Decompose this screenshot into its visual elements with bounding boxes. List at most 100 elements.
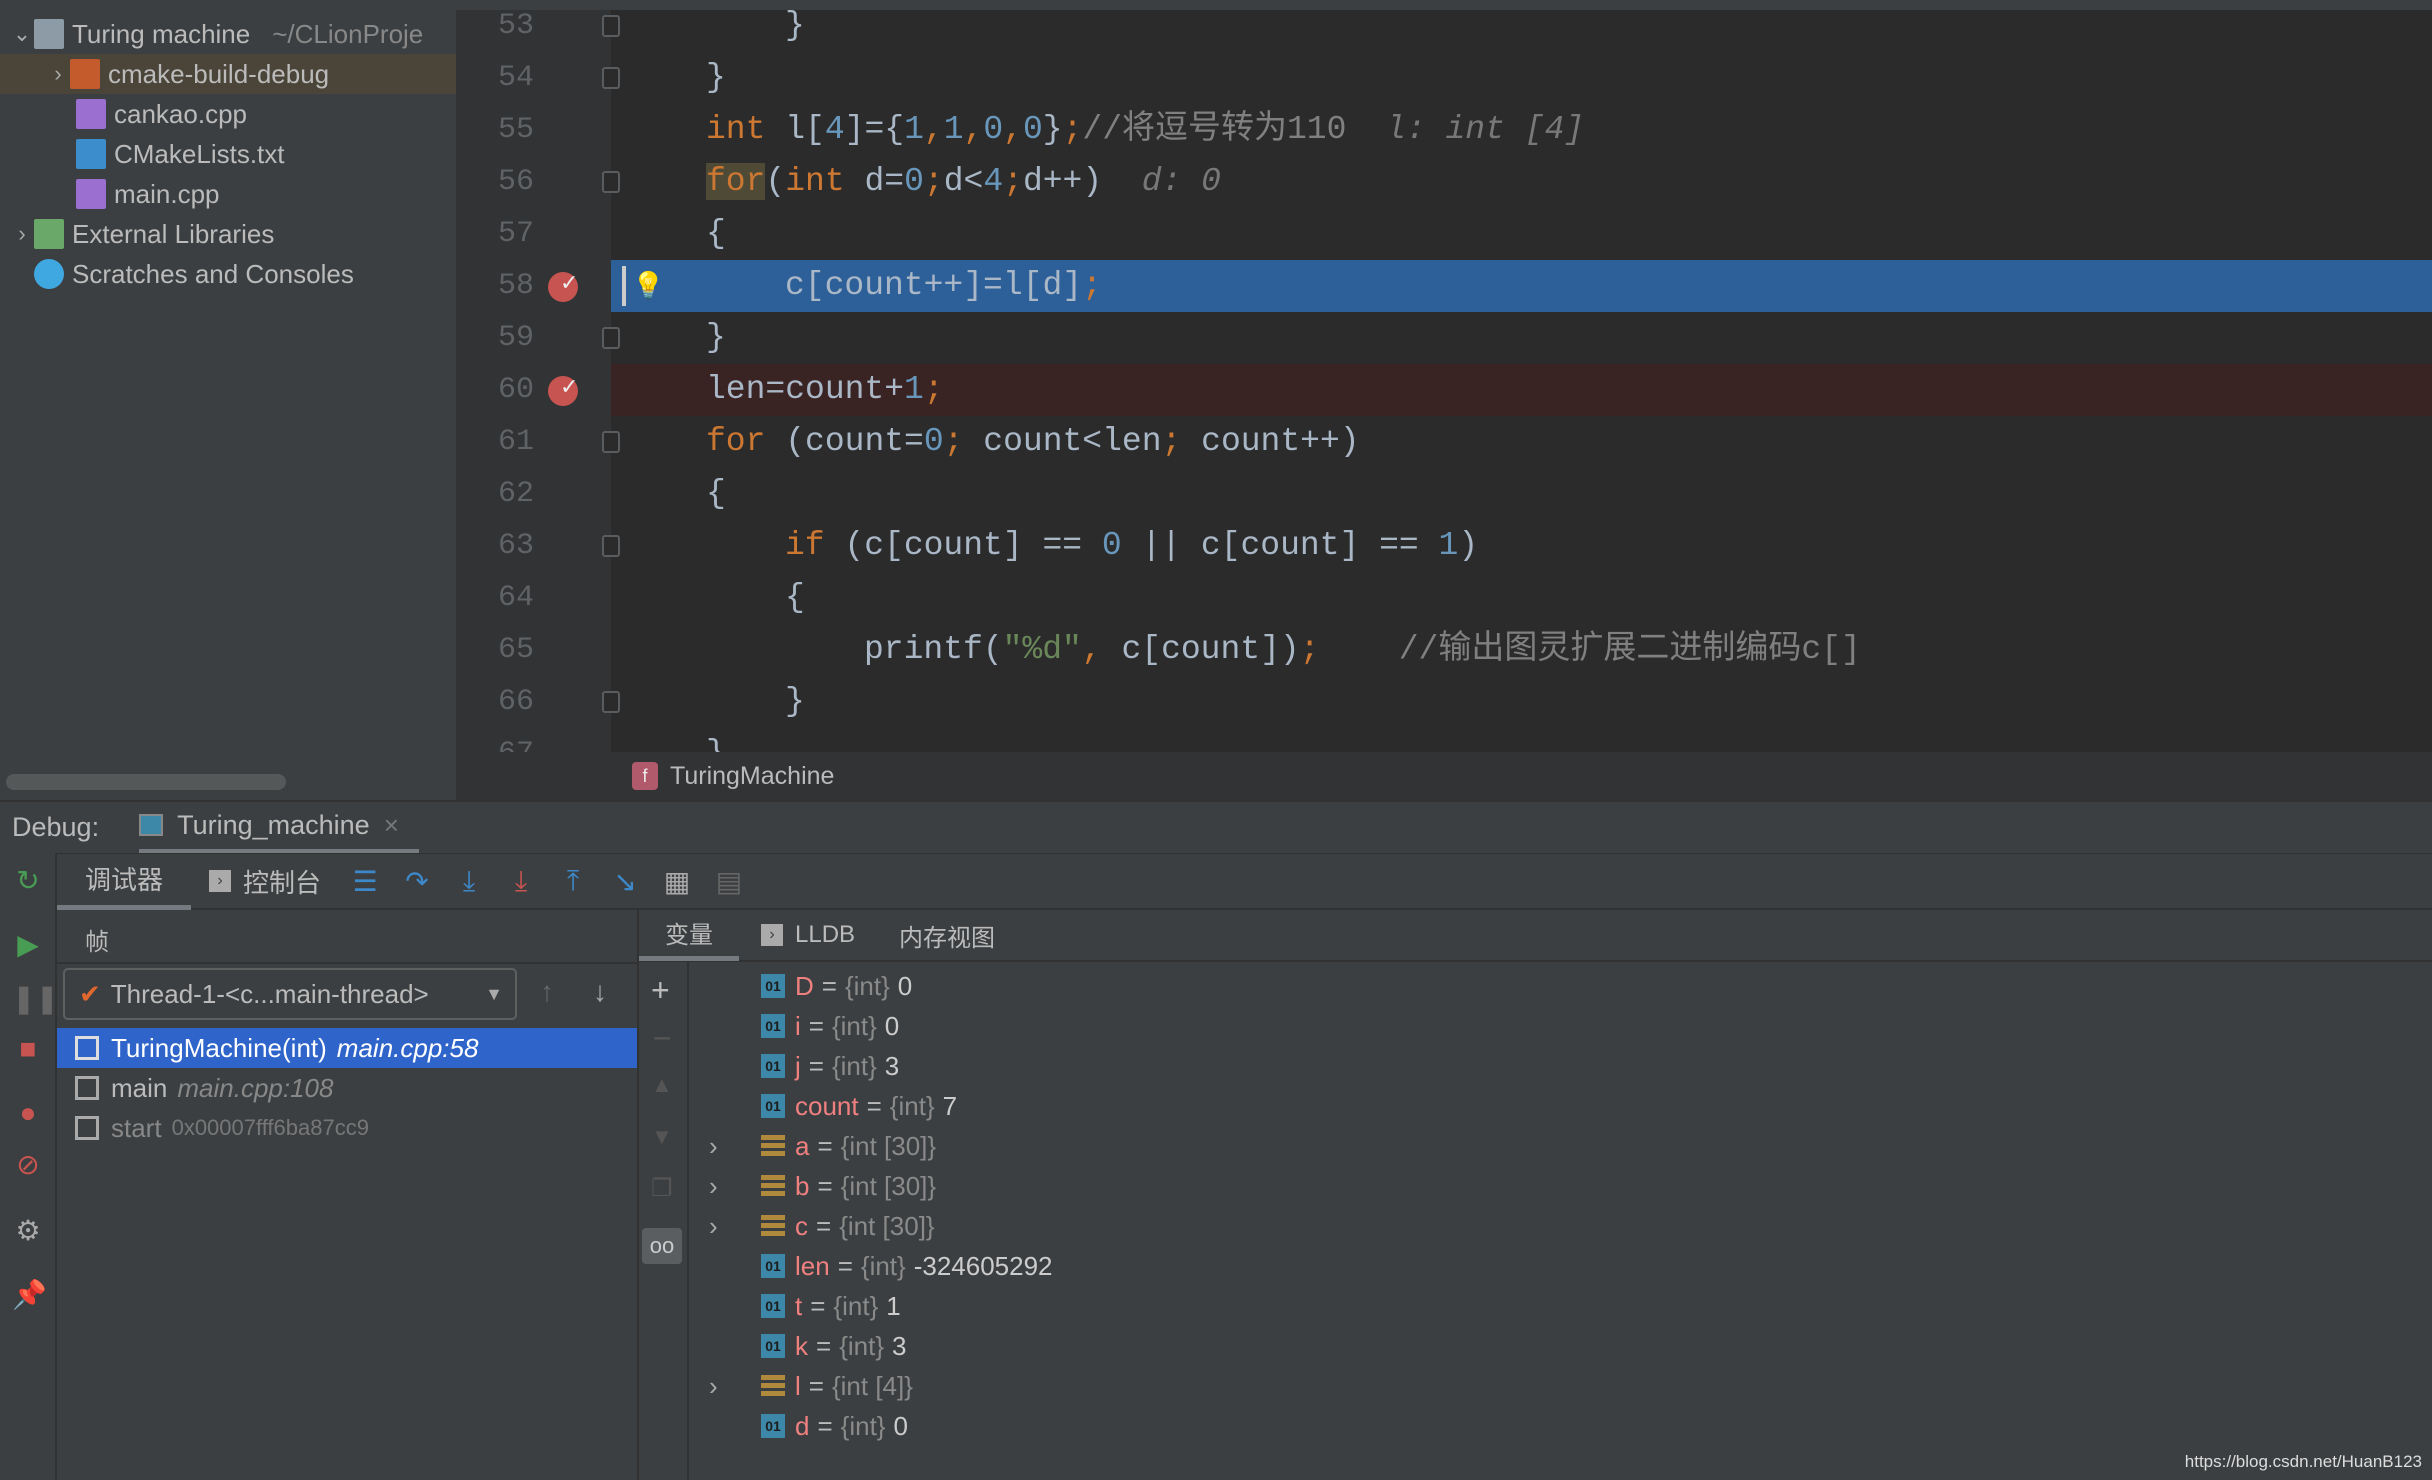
tab-debug-session[interactable]: Turing_machine × <box>139 801 419 854</box>
step-into-icon[interactable]: ⤓ <box>443 865 495 898</box>
code-token-number: 1 <box>904 371 924 408</box>
code-line[interactable]: 56 for(int d=0;d<4;d++) d: 0 <box>456 156 2432 208</box>
tree-item[interactable]: › External Libraries <box>0 214 456 254</box>
tree-item[interactable]: › cmake-build-debug <box>0 54 456 94</box>
code-line[interactable]: 65 printf("%d", c[count]); //输出图灵扩展二进制编码c… <box>456 624 2432 676</box>
stop-icon[interactable]: ■ <box>12 1033 44 1065</box>
mute-breakpoints-icon[interactable]: ⊘ <box>12 1149 44 1181</box>
project-scrollbar[interactable] <box>6 774 286 790</box>
pause-icon[interactable]: ❚❚ <box>12 983 59 1015</box>
code-line[interactable]: 57 { <box>456 208 2432 260</box>
show-watches-icon[interactable]: oo <box>642 1228 682 1264</box>
fold-marker-icon[interactable] <box>602 327 620 349</box>
tree-item[interactable]: cankao.cpp <box>0 94 456 134</box>
code-line[interactable]: 53} <box>456 10 2432 52</box>
pin-icon[interactable]: 📌 <box>12 1279 47 1311</box>
variable-row[interactable]: 01 j = {int} 3 <box>709 1046 899 1086</box>
variable-row[interactable]: 01 len = {int} -324605292 <box>709 1246 1053 1286</box>
code-editor[interactable]: 53} 54} 55 int l[4]={1,1,0,0};//将逗号转为110 l:… <box>456 10 2432 752</box>
settings-icon[interactable]: ⚙ <box>12 1215 44 1247</box>
stack-frame[interactable]: start 0x00007fff6ba87cc9 <box>57 1108 637 1148</box>
code-line[interactable]: 60 len=count+1; <box>456 362 2432 416</box>
code-token-text: } <box>785 683 805 720</box>
code-line[interactable]: 62 { <box>456 468 2432 520</box>
line-number: 61 <box>497 425 534 459</box>
chevron-right-icon[interactable]: › <box>709 1131 761 1162</box>
chevron-right-icon[interactable]: › <box>46 61 70 87</box>
code-line[interactable]: 55 int l[4]={1,1,0,0};//将逗号转为110 l: int [… <box>456 104 2432 156</box>
code-line[interactable]: 63 if (c[count] == 0 || c[count] == 1) <box>456 520 2432 572</box>
debugger-tab-label: 调试器 <box>85 865 164 895</box>
stack-frame[interactable]: TuringMachine(int) main.cpp:58 <box>57 1028 637 1068</box>
chevron-down-icon[interactable]: ⌄ <box>10 21 34 47</box>
frame-name: TuringMachine(int) <box>111 1032 327 1063</box>
move-down-icon[interactable]: ▼ <box>651 1124 673 1150</box>
variable-row[interactable]: › c = {int [30]} <box>709 1206 943 1246</box>
rerun-icon[interactable]: ↻ <box>12 865 44 897</box>
code-line[interactable]: 54} <box>456 52 2432 104</box>
fold-marker-icon[interactable] <box>602 67 620 89</box>
variable-row[interactable]: 01 D = {int} 0 <box>709 966 912 1006</box>
variable-row[interactable]: 01 d = {int} 0 <box>709 1406 908 1446</box>
tab-lldb[interactable]: › LLDB <box>739 921 877 949</box>
next-frame-icon[interactable]: ↓ <box>593 976 607 1008</box>
tree-item[interactable]: CMakeLists.txt <box>0 134 456 174</box>
run-to-cursor-icon[interactable]: ↘ <box>599 865 651 898</box>
trace-icon[interactable]: ▤ <box>703 865 755 898</box>
tree-item[interactable]: ⌄ Turing machine ~/CLionProje <box>0 14 456 54</box>
stack-frame[interactable]: main main.cpp:108 <box>57 1068 637 1108</box>
variable-value: 3 <box>884 1050 900 1081</box>
breakpoint-icon[interactable] <box>548 362 578 414</box>
fold-marker-icon[interactable] <box>602 15 620 37</box>
fold-marker-icon[interactable] <box>602 691 620 713</box>
code-line[interactable]: 59} <box>456 312 2432 364</box>
evaluate-expression-icon[interactable]: ▦ <box>651 865 703 898</box>
tab-variables[interactable]: 变量 <box>639 909 739 961</box>
remove-watch-icon[interactable]: − <box>653 1020 672 1057</box>
breadcrumb[interactable]: f TuringMachine <box>456 752 2432 800</box>
previous-frame-icon[interactable]: ↑ <box>540 976 554 1008</box>
resume-icon[interactable]: ▶ <box>12 929 44 961</box>
step-over-icon[interactable]: ↷ <box>391 865 443 898</box>
code-line[interactable]: 58 💡 c[count++]=l[d]; <box>456 258 2432 312</box>
variable-row[interactable]: 01 k = {int} 3 <box>709 1326 906 1366</box>
close-icon[interactable]: × <box>384 810 399 841</box>
show-execution-point-icon[interactable]: ☰ <box>339 865 391 898</box>
code-token-keyword: , <box>1081 631 1102 668</box>
chevron-right-icon[interactable]: › <box>709 1211 761 1242</box>
breadcrumb-function[interactable]: TuringMachine <box>670 762 834 791</box>
variable-row[interactable]: › a = {int [30]} <box>709 1126 944 1166</box>
add-watch-icon[interactable]: + <box>651 972 670 1009</box>
code-line[interactable]: 66} <box>456 676 2432 728</box>
code-line[interactable]: 64 { <box>456 572 2432 624</box>
tree-item[interactable]: main.cpp <box>0 174 456 214</box>
code-line[interactable]: 67} <box>456 728 2432 752</box>
variable-row[interactable]: 01 t = {int} 1 <box>709 1286 901 1326</box>
variable-row[interactable]: 01 count = {int} 7 <box>709 1086 957 1126</box>
fold-marker-icon[interactable] <box>602 535 620 557</box>
tree-item[interactable]: Scratches and Consoles <box>0 254 456 294</box>
variable-row[interactable]: › l = {int [4]} <box>709 1366 921 1406</box>
code-line[interactable]: 61 for (count=0; count<len; count++) <box>456 416 2432 468</box>
view-breakpoints-icon[interactable]: ● <box>12 1097 44 1129</box>
move-up-icon[interactable]: ▲ <box>651 1072 673 1098</box>
chevron-right-icon[interactable]: › <box>709 1171 761 1202</box>
force-step-into-icon[interactable]: ⤓ <box>495 865 547 898</box>
step-out-icon[interactable]: ⤒ <box>547 865 599 898</box>
chevron-right-icon[interactable]: › <box>10 221 34 247</box>
console-icon: › <box>761 924 783 946</box>
tab-console[interactable]: › 控制台 <box>191 863 339 900</box>
tab-memory-view[interactable]: 内存视图 <box>877 918 1017 953</box>
variable-row[interactable]: 01 i = {int} 0 <box>709 1006 899 1046</box>
breakpoint-icon[interactable] <box>548 258 578 310</box>
fold-marker-icon[interactable] <box>602 431 620 453</box>
variable-row[interactable]: › b = {int [30]} <box>709 1166 944 1206</box>
fold-marker-icon[interactable] <box>602 171 620 193</box>
code-token-keyword: ; <box>1003 163 1023 200</box>
array-icon <box>761 1375 785 1397</box>
intention-bulb-icon[interactable]: 💡 <box>632 260 664 312</box>
duplicate-icon[interactable]: ❐ <box>651 1174 673 1203</box>
chevron-right-icon[interactable]: › <box>709 1371 761 1402</box>
tab-debugger[interactable]: 调试器 <box>57 853 192 910</box>
thread-dropdown[interactable]: ✔ Thread-1-<c...main-thread> ▼ <box>63 968 517 1020</box>
